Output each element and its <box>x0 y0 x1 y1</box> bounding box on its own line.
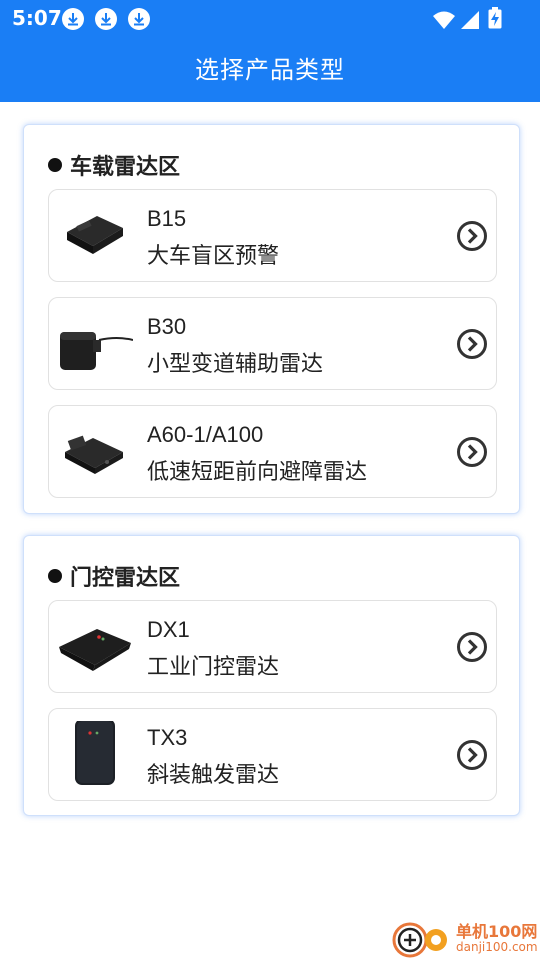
status-bar: 5:07 <box>0 0 540 36</box>
download-icon <box>95 8 117 30</box>
chevron-right-circle-icon[interactable] <box>456 220 488 252</box>
chevron-right-circle-icon[interactable] <box>456 739 488 771</box>
download-icon <box>62 8 84 30</box>
battery-charging-icon <box>488 7 502 29</box>
product-name: TX3 <box>147 725 188 750</box>
watermark-url: danji100.com <box>456 940 538 954</box>
product-desc: 小型变道辅助雷达 <box>147 352 324 377</box>
signal-icon <box>461 11 479 29</box>
product-item-dx1[interactable]: DX1 工业门控雷达 <box>48 600 497 693</box>
section-title: 车载雷达区 <box>48 149 180 181</box>
b15-product-image <box>67 216 123 254</box>
vehicle-radar-card: 车载雷达区 B15 大车盲区预警 B30 小型变道辅助雷达 A60-1/A100… <box>23 124 520 514</box>
product-item-b15[interactable]: B15 大车盲区预警 <box>48 189 497 282</box>
b30-product-image <box>60 332 133 370</box>
product-name: DX1 <box>147 617 190 642</box>
product-item-a60-a100[interactable]: A60-1/A100 低速短距前向避障雷达 <box>48 405 497 498</box>
app-header: 5:07 选择产品类型 <box>0 0 540 102</box>
section-title: 门控雷达区 <box>48 560 180 592</box>
watermark-text: 单机100网 <box>456 922 538 941</box>
plus-circle-logo-icon <box>392 922 447 958</box>
product-name: B30 <box>147 314 187 339</box>
product-desc: 大车盲区预警 <box>147 244 280 269</box>
wifi-icon <box>433 11 455 29</box>
dx1-product-image <box>59 629 131 671</box>
product-desc: 低速短距前向避障雷达 <box>147 460 368 485</box>
product-name: A60-1/A100 <box>147 422 264 447</box>
product-item-b30[interactable]: B30 小型变道辅助雷达 <box>48 297 497 390</box>
status-time: 5:07 <box>12 6 62 30</box>
a60-a100-product-image <box>65 435 123 474</box>
bullet-icon <box>48 158 62 172</box>
product-desc: 斜装触发雷达 <box>147 763 280 788</box>
download-icon <box>128 8 150 30</box>
watermark-logo: 单机100网 danji100.com <box>390 916 540 960</box>
product-desc: 工业门控雷达 <box>147 655 280 680</box>
product-name: B15 <box>147 206 187 231</box>
chevron-right-circle-icon[interactable] <box>456 328 488 360</box>
tx3-product-image <box>75 721 115 785</box>
chevron-right-circle-icon[interactable] <box>456 436 488 468</box>
product-item-tx3[interactable]: TX3 斜装触发雷达 <box>48 708 497 801</box>
bullet-icon <box>48 569 62 583</box>
door-radar-card: 门控雷达区 DX1 工业门控雷达 TX3 斜装触发雷达 <box>23 535 520 816</box>
chevron-right-circle-icon[interactable] <box>456 631 488 663</box>
page-title: 选择产品类型 <box>195 56 345 84</box>
